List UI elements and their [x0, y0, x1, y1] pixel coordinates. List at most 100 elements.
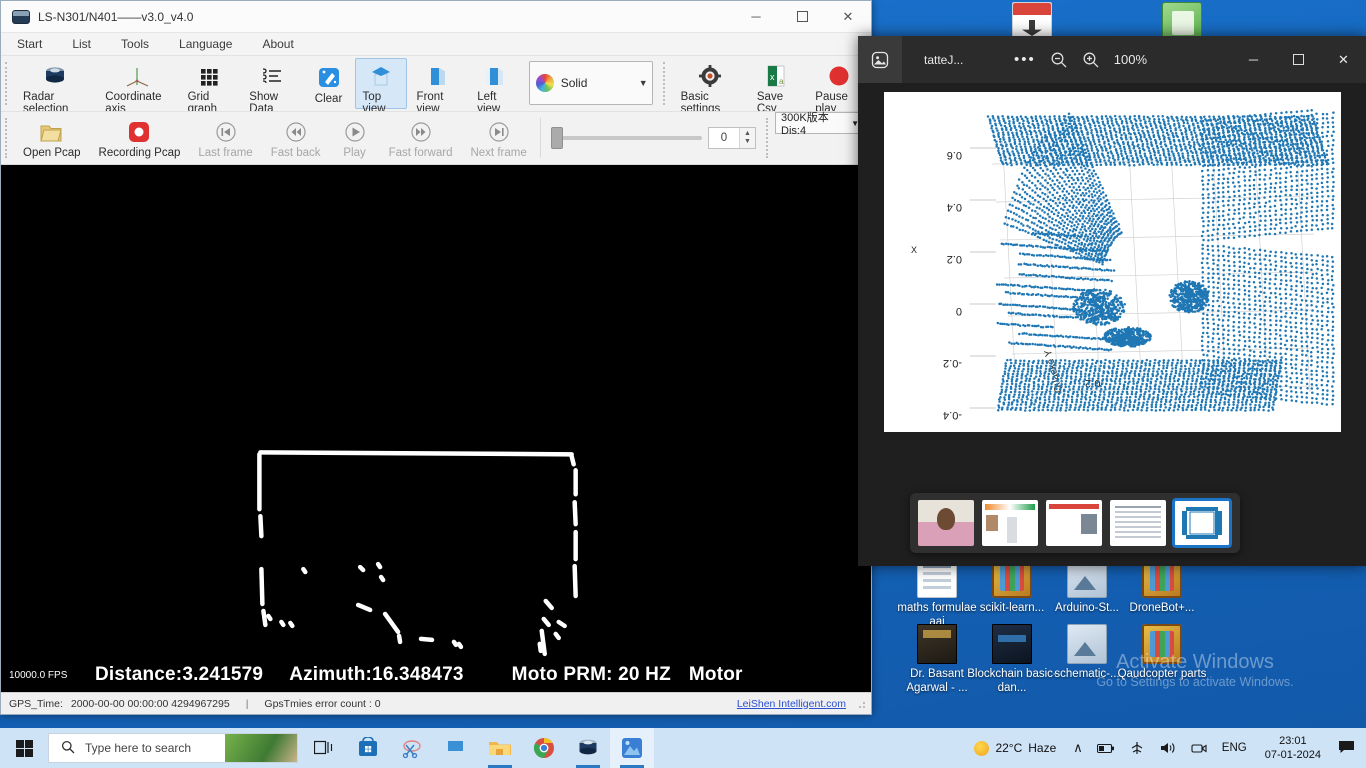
lidar-titlebar[interactable]: LS-N301/N401——v3.0_v4.0 ─ ✕: [1, 1, 871, 33]
network-icon[interactable]: [1122, 741, 1152, 755]
clock-widget[interactable]: 23:01 07-01-2024: [1255, 734, 1331, 762]
toolbar-button-label: Fast back: [271, 147, 321, 159]
chevron-down-icon[interactable]: ▼: [639, 78, 648, 88]
toolbar-grip-4[interactable]: [766, 118, 773, 158]
photos-app-icon[interactable]: [610, 728, 654, 768]
skip-forward-icon: [485, 119, 513, 145]
toolbar-button-recording-pcap[interactable]: Recording Pcap: [91, 114, 189, 162]
render-mode-combo[interactable]: Solid ▼: [529, 61, 653, 105]
toolbar-button-fast-forward: Fast forward: [381, 114, 461, 162]
plot-tick-label: -0.4: [943, 409, 962, 421]
remote-desktop-icon[interactable]: [434, 728, 478, 768]
toolbar-button-label: Open Pcap: [23, 147, 81, 159]
camera-icon[interactable]: [1184, 742, 1214, 755]
photos-titlebar[interactable]: tatteJ... ••• 100% ─ ✕: [858, 36, 1366, 83]
toolbar-grip-3[interactable]: [5, 118, 12, 158]
minimize-button[interactable]: ─: [733, 1, 779, 32]
tray-chevron-up-icon[interactable]: ∧: [1066, 740, 1090, 756]
desktop-icon[interactable]: DroneBot+...: [1116, 558, 1208, 615]
desktop-icon[interactable]: Qaudcopter parts: [1116, 624, 1208, 681]
task-view-icon[interactable]: [302, 728, 346, 768]
toolbar-button-front-view[interactable]: Front view: [409, 58, 468, 109]
svg-text:x: x: [770, 72, 775, 82]
photos-app-icon[interactable]: [858, 36, 902, 83]
toolbar-button-save-csv[interactable]: xaSave Csv: [749, 58, 805, 109]
rewind-icon: [282, 119, 310, 145]
weather-description: Haze: [1028, 741, 1056, 755]
toolbar-button-left-view[interactable]: Left view: [469, 58, 522, 109]
pointcloud-viewport[interactable]: Y X Z 10000.0 FPS Distance:3.241579 Azim…: [1, 165, 871, 692]
toolbar-button-top-view[interactable]: Top view: [355, 58, 407, 109]
frame-number-spinner[interactable]: 0 ▲ ▼: [708, 127, 756, 149]
microsoft-store-icon[interactable]: [346, 728, 390, 768]
menu-item-list[interactable]: List: [68, 35, 95, 53]
start-button[interactable]: [0, 728, 48, 768]
version-combo[interactable]: 300K版本Dis:4 ▼: [775, 112, 865, 134]
photos-close-button[interactable]: ✕: [1321, 36, 1366, 83]
spinner-arrows[interactable]: ▲ ▼: [739, 128, 755, 148]
image-file-icon: [1067, 624, 1107, 664]
toolbar-grip-2[interactable]: [663, 62, 670, 105]
desktop-icon-label: scikit-learn...: [980, 602, 1045, 614]
search-placeholder: Type here to search: [85, 741, 191, 755]
notification-icon[interactable]: [1331, 740, 1366, 757]
version-combo-value: 300K版本Dis:4: [781, 109, 851, 137]
lidar-menubar: Start List Tools Language About: [1, 33, 871, 55]
desktop-icon-label: Arduino-St...: [1055, 602, 1119, 614]
skip-back-icon: [212, 119, 240, 145]
resize-grip-icon[interactable]: [854, 697, 868, 711]
toolbar-separator: [540, 118, 541, 158]
snipping-tool-icon[interactable]: [390, 728, 434, 768]
lidar-viewer-icon[interactable]: [566, 728, 610, 768]
toolbar-grip[interactable]: [5, 62, 12, 105]
form-document-thumbnail[interactable]: [1110, 500, 1166, 546]
google-chrome-icon[interactable]: [522, 728, 566, 768]
menu-item-tools[interactable]: Tools: [117, 35, 153, 53]
photos-maximize-button[interactable]: [1276, 36, 1321, 83]
spinner-down-icon[interactable]: ▼: [744, 138, 751, 146]
spinner-up-icon[interactable]: ▲: [744, 130, 751, 138]
photos-filmstrip[interactable]: [910, 493, 1240, 553]
toolbar-button-basic-settings[interactable]: Basic settings: [673, 58, 747, 109]
toolbar-button-show-data[interactable]: Show Data: [241, 58, 302, 109]
toolbar-button-label: Last frame: [198, 147, 252, 159]
toolbar-button-radar-selection[interactable]: Radar selection: [15, 58, 95, 109]
search-input[interactable]: Type here to search: [48, 733, 298, 763]
toolbar-button-open-pcap[interactable]: Open Pcap: [15, 114, 89, 162]
leishen-website-link[interactable]: LeiShen Intelligent.com: [729, 693, 854, 714]
language-indicator[interactable]: ENG: [1214, 742, 1255, 754]
plot-tick-label: 0: [955, 305, 961, 317]
maximize-button[interactable]: [779, 1, 825, 32]
svg-text:a: a: [779, 77, 784, 86]
volume-icon[interactable]: [1152, 741, 1184, 755]
pointcloud-plot-thumbnail[interactable]: [1174, 500, 1230, 546]
toolbar-button-grid-graph[interactable]: Grid graph: [180, 58, 240, 109]
desktop-icon-label: Dr. Basant Agarwal - ...: [906, 668, 967, 694]
radar-device-icon: [41, 63, 69, 89]
zoom-out-icon[interactable]: [1050, 51, 1068, 69]
id-card-thumbnail[interactable]: [982, 500, 1038, 546]
menu-item-about[interactable]: About: [258, 35, 297, 53]
weather-widget[interactable]: 22°C Haze: [964, 741, 1066, 756]
photos-file-title: tatteJ...: [924, 53, 1004, 67]
more-options-icon[interactable]: •••: [1014, 51, 1036, 68]
portrait-photo-thumbnail[interactable]: [918, 500, 974, 546]
toolbar-button-coordinate-axis[interactable]: Coordinate axis: [97, 58, 177, 109]
menu-item-start[interactable]: Start: [13, 35, 46, 53]
plot-tick-label: 0.2: [946, 253, 961, 265]
id-card-back-thumbnail[interactable]: [1046, 500, 1102, 546]
frame-slider[interactable]: [551, 136, 702, 140]
lidar-hud-overlay: 10000.0 FPS Distance:3.241579 Azimuth:16…: [1, 658, 871, 692]
search-icon: [61, 740, 75, 757]
file-explorer-icon[interactable]: [478, 728, 522, 768]
frame-slider-thumb[interactable]: [551, 127, 563, 149]
zoom-in-icon[interactable]: [1082, 51, 1100, 69]
color-wheel-icon: [536, 74, 554, 92]
battery-icon[interactable]: [1090, 742, 1122, 754]
toolbar-button-last-frame: Last frame: [190, 114, 260, 162]
menu-item-language[interactable]: Language: [175, 35, 236, 53]
toolbar-button-clear[interactable]: Clear: [305, 58, 353, 109]
close-button[interactable]: ✕: [825, 1, 871, 32]
frame-slider-zone: 0 ▲ ▼: [545, 112, 762, 164]
photos-minimize-button[interactable]: ─: [1231, 36, 1276, 83]
